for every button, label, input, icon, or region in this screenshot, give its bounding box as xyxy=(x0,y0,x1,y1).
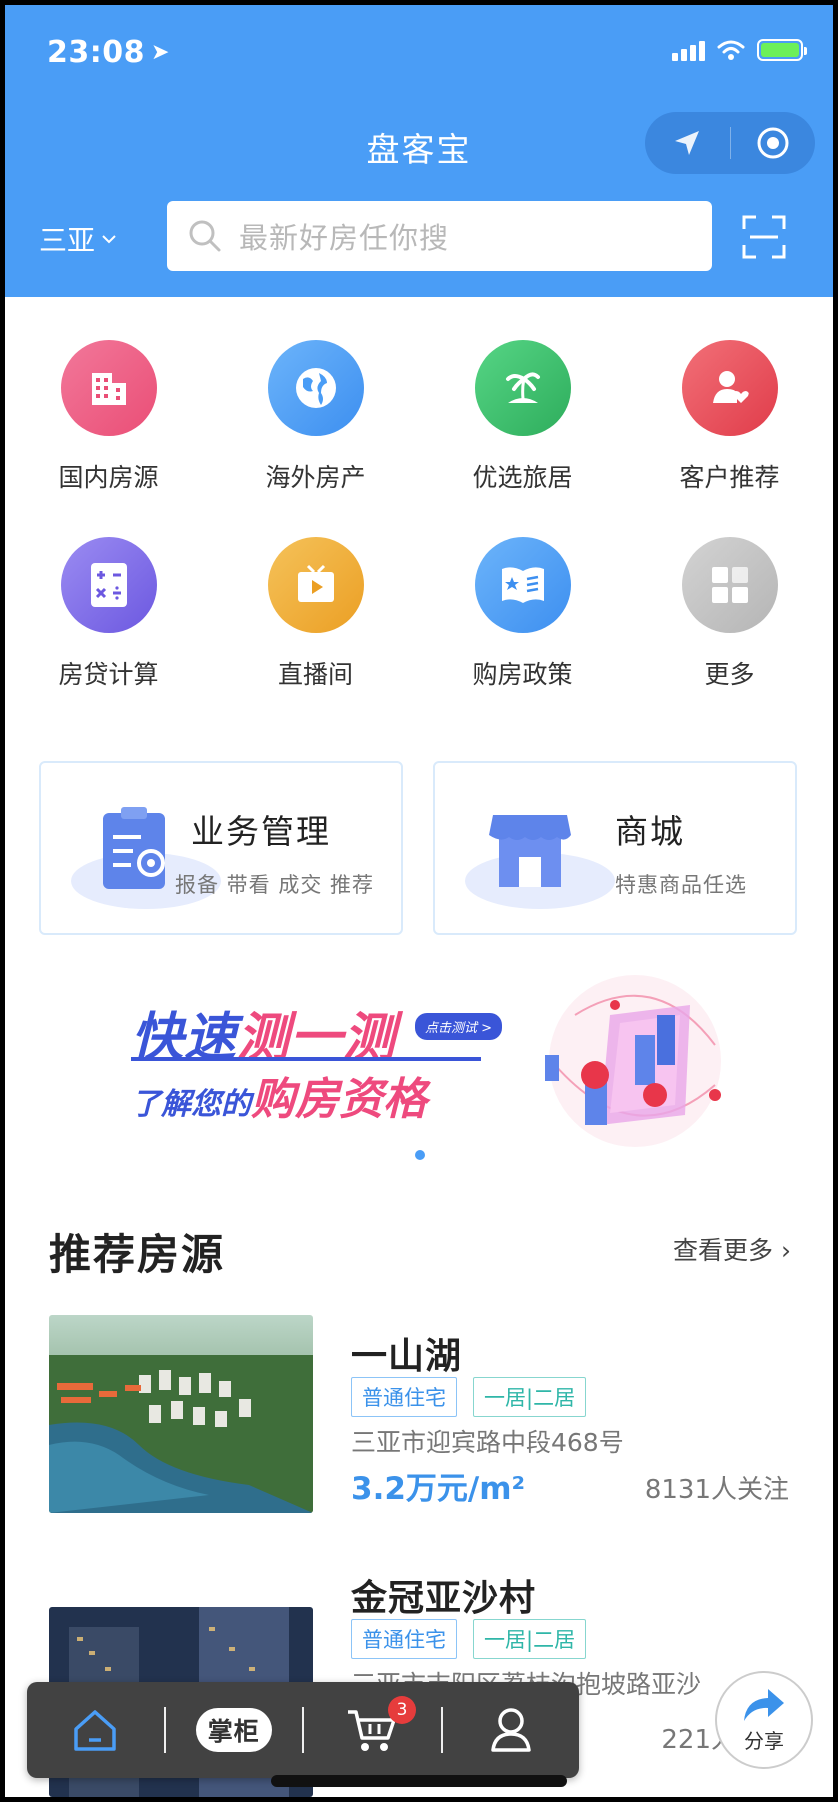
business-management-card[interactable]: 业务管理 报备 带看 成交 推荐 xyxy=(39,761,403,935)
status-icons xyxy=(672,39,807,61)
city-label: 三亚 xyxy=(39,224,96,257)
close-miniapp-button[interactable] xyxy=(731,112,816,174)
buildings-icon xyxy=(60,340,157,436)
menu-label: 海外房产 xyxy=(265,463,366,492)
palm-island-icon xyxy=(474,340,571,436)
grid-more-icon xyxy=(681,537,778,633)
tag-property-type: 普通住宅 xyxy=(351,1619,457,1659)
menu-label: 购房政策 xyxy=(472,660,573,689)
listing-tags: 普通住宅 一居|二居 xyxy=(351,1377,587,1417)
banner-text-d: 购房资格 xyxy=(251,1074,427,1125)
search-input[interactable]: 最新好房任你搜 xyxy=(167,201,712,271)
menu-customer-referral[interactable]: 客户推荐 xyxy=(626,340,833,494)
card-subtitle: 特惠商品任选 xyxy=(615,873,747,897)
listing-tags: 普通住宅 一居|二居 xyxy=(351,1619,587,1659)
share-arrow-icon xyxy=(744,1688,784,1721)
menu-label: 客户推荐 xyxy=(679,463,780,492)
card-title: 商城 xyxy=(615,812,685,851)
listing-image xyxy=(49,1315,313,1513)
menu-label: 优选旅居 xyxy=(472,463,573,492)
storefront-icon xyxy=(489,815,571,887)
listing-price: 3.2万元/m² xyxy=(351,1471,526,1507)
menu-overseas-property[interactable]: 海外房产 xyxy=(212,340,419,494)
city-selector[interactable]: 三亚 xyxy=(39,219,117,259)
menu-label: 更多 xyxy=(704,660,755,689)
menu-mortgage-calculator[interactable]: 房贷计算 xyxy=(5,537,212,691)
miniapp-capsule xyxy=(645,112,815,174)
card-title: 业务管理 xyxy=(191,812,331,851)
bottom-tab-bar: 掌柜 3 xyxy=(27,1682,579,1778)
user-icon xyxy=(491,1708,531,1752)
share-button[interactable]: 分享 xyxy=(715,1671,813,1769)
battery-icon xyxy=(757,39,807,61)
menu-domestic-listings[interactable]: 国内房源 xyxy=(5,340,212,494)
globe-icon xyxy=(267,340,364,436)
menu-selected-travel-stay[interactable]: 优选旅居 xyxy=(419,340,626,494)
cart-badge: 3 xyxy=(388,1696,416,1724)
cellular-signal-icon xyxy=(672,39,705,61)
user-heart-icon xyxy=(681,340,778,436)
home-icon xyxy=(74,1710,116,1751)
home-indicator xyxy=(271,1775,567,1787)
menu-live-room[interactable]: 直播间 xyxy=(212,537,419,691)
banner-line2: 了解您的购房资格 xyxy=(131,1063,427,1127)
wifi-icon xyxy=(717,40,745,60)
view-more-link[interactable]: 查看更多 › xyxy=(673,1231,791,1267)
section-title: 推荐房源 xyxy=(49,1230,226,1279)
banner-cta[interactable]: 点击测试 > xyxy=(415,1013,503,1040)
banner-text-c: 了解您的 xyxy=(131,1087,251,1122)
search-placeholder: 最新好房任你搜 xyxy=(239,221,450,255)
target-circle-icon xyxy=(757,127,789,159)
tab-home[interactable] xyxy=(27,1682,164,1778)
menu-purchase-policy[interactable]: 购房政策 xyxy=(419,537,626,691)
calculator-icon xyxy=(60,537,157,633)
zhanggui-label: 掌柜 xyxy=(195,1708,272,1752)
status-time: 23:08 ➤ xyxy=(47,35,170,70)
tab-zhanggui[interactable]: 掌柜 xyxy=(166,1682,303,1778)
tag-layout: 一居|二居 xyxy=(473,1377,587,1417)
mall-card[interactable]: 商城 特惠商品任选 xyxy=(433,761,797,935)
banner-indicator-dot[interactable] xyxy=(415,1150,425,1160)
phone-city-illustration xyxy=(545,975,721,1147)
time-text: 23:08 xyxy=(47,35,145,70)
clipboard-gear-icon xyxy=(103,807,165,889)
location-button[interactable] xyxy=(645,112,730,174)
open-book-icon xyxy=(474,537,571,633)
navigation-arrow-icon xyxy=(675,131,700,155)
promo-banner[interactable]: 快速测一测 点击测试 > 了解您的购房资格 xyxy=(45,975,793,1147)
menu-label: 直播间 xyxy=(277,660,353,689)
tab-cart[interactable]: 3 xyxy=(304,1682,441,1778)
location-arrow-icon: ➤ xyxy=(151,40,170,65)
menu-label: 房贷计算 xyxy=(58,660,159,689)
listing-followers: 8131人关注 xyxy=(644,1475,789,1505)
menu-label: 国内房源 xyxy=(58,463,159,492)
phone-screen: 23:08 ➤ 盘客宝 三亚 最新好房任你搜 国内房源 海外房产 优选旅居 客户… xyxy=(5,5,833,1797)
tag-layout: 一居|二居 xyxy=(473,1619,587,1659)
tab-profile[interactable] xyxy=(443,1682,580,1778)
app-header: 23:08 ➤ 盘客宝 三亚 最新好房任你搜 xyxy=(5,5,833,297)
listing-card[interactable]: 一山湖 普通住宅 一居|二居 三亚市迎宾路中段468号 3.2万元/m² 813… xyxy=(49,1315,789,1515)
card-subtitle: 报备 带看 成交 推荐 xyxy=(175,873,375,897)
scan-icon[interactable] xyxy=(742,215,786,259)
search-icon xyxy=(189,220,221,252)
listing-name: 金冠亚沙村 xyxy=(351,1578,537,1619)
share-label: 分享 xyxy=(744,1728,784,1753)
menu-more[interactable]: 更多 xyxy=(626,537,833,691)
listing-name: 一山湖 xyxy=(351,1336,463,1377)
chevron-down-icon xyxy=(102,235,116,244)
tag-property-type: 普通住宅 xyxy=(351,1377,457,1417)
listing-address: 三亚市迎宾路中段468号 xyxy=(351,1428,624,1457)
tv-play-icon xyxy=(267,537,364,633)
